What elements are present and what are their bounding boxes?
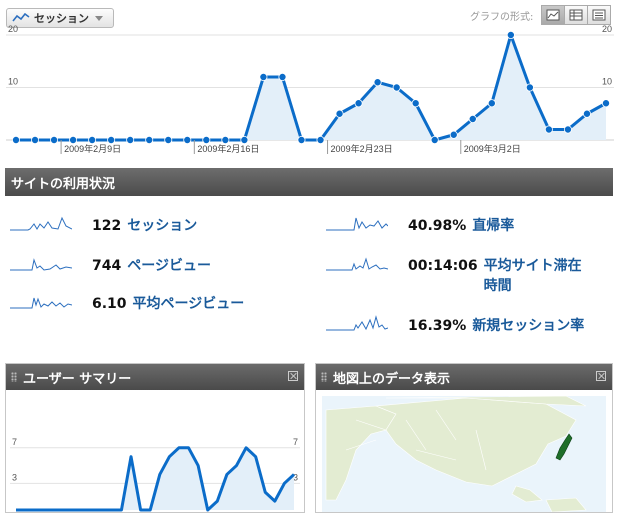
data-point — [240, 135, 249, 144]
data-point — [449, 130, 458, 139]
y-tick-label-right: 7 — [293, 437, 298, 447]
data-point — [50, 135, 59, 144]
data-point — [316, 135, 325, 144]
sparkline — [10, 258, 72, 271]
data-point — [373, 78, 382, 87]
data-point — [468, 115, 477, 124]
stat-new-visits: 16.39% 新規セッション率 — [326, 315, 584, 336]
stat-link-pageviews[interactable]: ページビュー — [127, 256, 211, 276]
visitors-mini-chart: 3 37 7 — [10, 437, 300, 512]
stat-sessions: 122 セッション — [10, 216, 197, 236]
stat-link-sessions[interactable]: セッション — [127, 216, 197, 236]
data-point — [297, 135, 306, 144]
x-tick-label: 2009年3月2日 — [464, 143, 521, 154]
data-point — [411, 99, 420, 108]
close-icon[interactable] — [596, 371, 606, 381]
stat-link-avg-pageviews[interactable]: 平均ページビュー — [133, 294, 245, 314]
stat-bounce-rate: 40.98% 直帰率 — [326, 216, 514, 236]
x-tick-label: 2009年2月9日 — [64, 143, 121, 154]
stat-avg-time: 00:14:06 平均サイト滞在時間 — [326, 256, 594, 296]
stat-link-new-visits[interactable]: 新規セッション率 — [472, 316, 584, 336]
site-usage-header: サイトの利用状況 — [5, 168, 613, 196]
data-point — [544, 125, 553, 134]
data-point — [354, 99, 363, 108]
data-point — [506, 30, 515, 39]
data-point — [335, 109, 344, 118]
panel-header[interactable]: ユーザー サマリー — [6, 364, 304, 390]
data-point — [31, 135, 40, 144]
data-point — [392, 83, 401, 92]
panel-header[interactable]: 地図上のデータ表示 — [316, 364, 612, 390]
stat-value: 40.98% — [408, 218, 467, 234]
drag-handle-icon[interactable] — [321, 372, 327, 382]
visitors-overview-panel: ユーザー サマリー 3377 — [5, 363, 305, 513]
data-point — [202, 135, 211, 144]
stat-value: 744 — [92, 258, 122, 274]
stat-value: 16.39% — [408, 318, 467, 334]
data-point — [487, 99, 496, 108]
y-tick-label-left: 20 — [8, 24, 18, 34]
drag-handle-icon[interactable] — [11, 372, 17, 382]
y-tick-label-right: 10 — [602, 77, 612, 87]
mini-series-area — [16, 447, 294, 510]
y-tick-label-right: 20 — [602, 24, 612, 34]
stat-pageviews: 744 ページビュー — [10, 258, 211, 276]
sessions-chart: 10 10 20 20 2009年2月9日 2009年2月16日 2009年2月23日 200… — [6, 24, 614, 154]
y-tick-label-left: 3 — [12, 472, 17, 482]
sparkline — [326, 217, 388, 231]
data-point — [582, 109, 591, 118]
panel-title: 地図上のデータ表示 — [333, 371, 451, 387]
map-overlay-panel: 地図上のデータ表示 — [315, 363, 613, 513]
stat-link-avg-time[interactable]: 平均サイト滞在時間 — [484, 256, 594, 296]
y-tick-label-left: 10 — [8, 77, 18, 87]
data-point — [602, 99, 611, 108]
data-point — [259, 73, 268, 82]
sparkline — [10, 216, 72, 231]
data-point — [563, 125, 572, 134]
x-tick-label: 2009年2月16日 — [197, 143, 259, 154]
data-point — [11, 135, 20, 144]
data-point — [430, 135, 439, 144]
data-point — [221, 135, 230, 144]
data-point — [126, 135, 135, 144]
stat-value: 122 — [92, 218, 122, 234]
close-icon[interactable] — [288, 371, 298, 381]
stat-link-bounce-rate[interactable]: 直帰率 — [472, 216, 514, 236]
stat-value: 6.10 — [92, 296, 127, 312]
data-point — [183, 135, 192, 144]
sparkline — [326, 315, 388, 331]
data-point — [88, 135, 97, 144]
data-point — [525, 83, 534, 92]
data-point — [164, 135, 173, 144]
data-point — [145, 135, 154, 144]
world-map[interactable] — [316, 390, 612, 512]
data-point — [69, 135, 78, 144]
sparkline — [10, 297, 72, 309]
panel-title: ユーザー サマリー — [23, 371, 132, 387]
data-point — [107, 135, 116, 144]
stat-value: 00:14:06 — [408, 258, 478, 274]
sparkline — [326, 257, 388, 271]
data-point — [278, 73, 287, 82]
stat-avg-pageviews: 6.10 平均ページビュー — [10, 296, 244, 314]
y-tick-label-left: 7 — [12, 437, 17, 447]
x-tick-label: 2009年2月23日 — [331, 143, 393, 154]
